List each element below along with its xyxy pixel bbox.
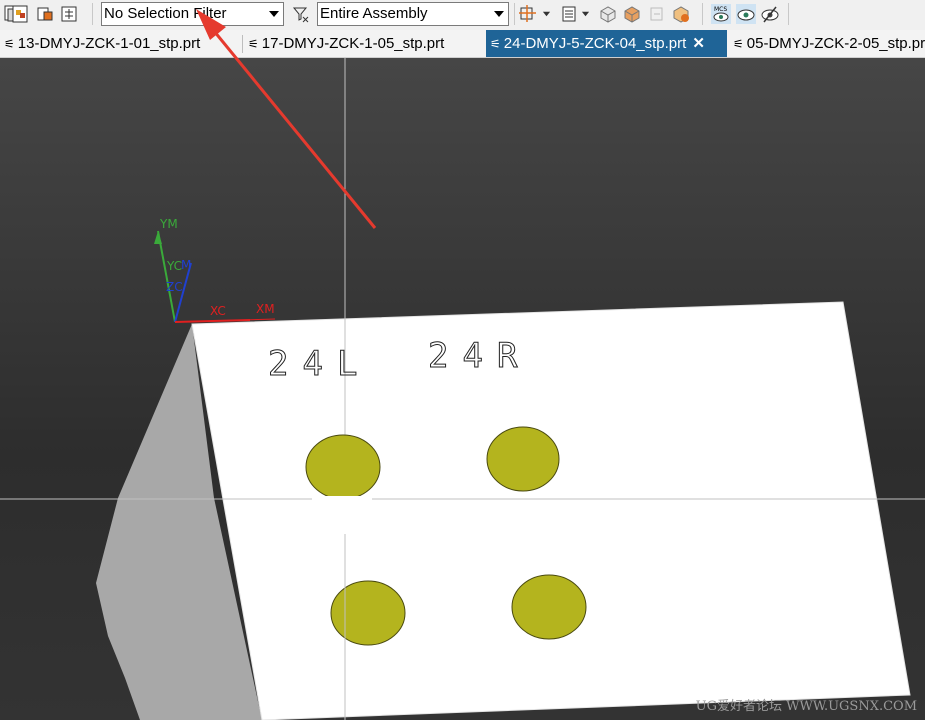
hide-eye-icon[interactable] [760, 4, 780, 24]
tab-05-dmyj-zck-2-05[interactable]: ⚟ 05-DMYJ-ZCK-2-05_stp.prt [729, 30, 925, 57]
axis-label-ym: YM [159, 217, 178, 231]
svg-text:MCS: MCS [714, 6, 727, 13]
tab-label: 05-DMYJ-ZCK-2-05_stp.prt [746, 35, 925, 52]
tab-13-dmyj-zck-1-01[interactable]: ⚟ 13-DMYJ-ZCK-1-01_stp.prt [0, 30, 236, 57]
tab-17-dmyj-zck-1-05[interactable]: ⚟ 17-DMYJ-ZCK-1-05_stp.prt [244, 30, 484, 57]
tab-label: 13-DMYJ-ZCK-1-01_stp.prt [17, 35, 201, 52]
axis-label-xm: XM [256, 302, 275, 316]
hole-bottom-right[interactable] [511, 574, 587, 640]
solid-box-icon[interactable] [622, 4, 642, 24]
box-icon[interactable] [598, 4, 618, 24]
axis-label-zm: M [181, 258, 191, 272]
watermark: UG爱好者论坛 WWW.UGSNX.COM [695, 699, 917, 714]
chevron-down-icon [494, 11, 504, 17]
hole-top-left[interactable] [305, 434, 381, 500]
hole-top-right[interactable] [486, 426, 560, 492]
assembly-scope-value: Entire Assembly [320, 5, 428, 22]
close-icon[interactable]: ✕ [692, 30, 705, 57]
view-style-icon[interactable] [560, 4, 580, 24]
box-hint-icon[interactable] [671, 4, 691, 24]
component-icon[interactable] [36, 4, 56, 24]
chevron-down-icon [269, 11, 279, 17]
tab-24-dmyj-5-zck-04[interactable]: ⚟ 24-DMYJ-5-ZCK-04_stp.prt ✕ [486, 30, 727, 57]
tab-label: 17-DMYJ-ZCK-1-05_stp.prt [261, 35, 445, 52]
graphics-viewport[interactable]: 24L 24R YM YC M ZC XC XM UG爱好者论坛 WWW.UGS… [0, 58, 925, 720]
hole-bottom-left[interactable] [330, 580, 406, 646]
axis-label-xc: XC [210, 304, 226, 318]
filter-icon[interactable] [291, 4, 311, 24]
chevron-down-icon[interactable] [581, 9, 590, 18]
part-file-icon: ⚟ [490, 37, 501, 51]
part-file-icon: ⚟ [248, 37, 259, 51]
part-file-icon: ⚟ [4, 37, 15, 51]
chevron-down-icon[interactable] [542, 9, 551, 18]
face-icon[interactable] [647, 4, 667, 24]
tab-label: 24-DMYJ-5-ZCK-04_stp.prt [503, 35, 687, 52]
assembly-scope-dropdown[interactable]: Entire Assembly [317, 2, 509, 26]
assembly-view-icon[interactable] [11, 4, 31, 24]
snap-point-icon[interactable] [518, 4, 538, 24]
mcs-eye-icon[interactable]: MCS [711, 4, 731, 24]
selection-filter-dropdown[interactable]: No Selection Filter [101, 2, 284, 26]
part-file-icon: ⚟ [733, 37, 744, 51]
model-view: 24L 24R YM YC M ZC XC XM [0, 58, 925, 720]
selection-filter-value: No Selection Filter [104, 5, 227, 22]
axis-label-yc: YC [166, 259, 182, 273]
axis-label-zc: ZC [166, 280, 183, 294]
part-label-left: 24L [268, 344, 371, 384]
part-label-right: 24R [428, 336, 531, 376]
coordinate-triad: YM YC M ZC XC XM [154, 217, 276, 323]
document-tabs: ⚟ 13-DMYJ-ZCK-1-01_stp.prt ⚟ 17-DMYJ-ZCK-1… [0, 30, 925, 58]
toolbar: No Selection Filter Entire Assembly MCS [0, 0, 925, 30]
constraint-icon[interactable] [60, 4, 80, 24]
eye-icon[interactable] [736, 4, 756, 24]
